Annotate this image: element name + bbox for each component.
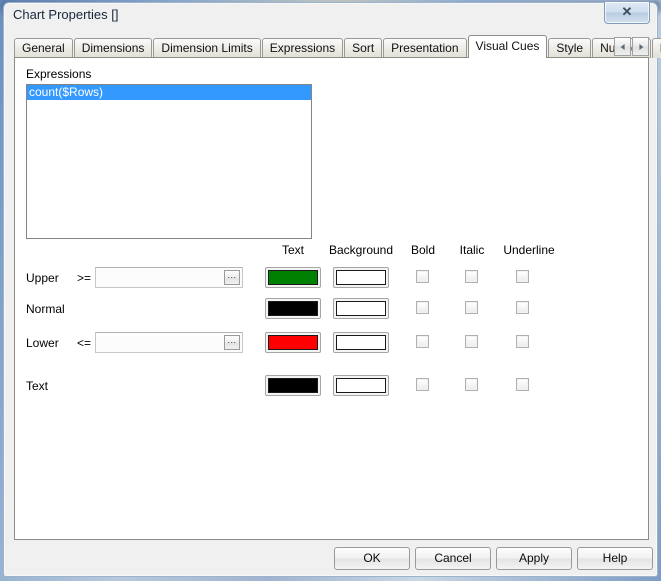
window-title: Chart Properties [] [13, 7, 119, 22]
cue-text-color-fill-normal [268, 301, 318, 316]
cue-ellipsis-button-upper[interactable]: ... [224, 270, 240, 285]
tab-general[interactable]: General [14, 38, 73, 58]
cue-row-text: Text [15, 375, 650, 397]
cue-row-label-lower: Lower [26, 336, 59, 350]
cue-bold-checkbox-text[interactable] [416, 378, 429, 391]
tab-list: General Dimensions Dimension Limits Express… [14, 35, 661, 58]
cue-bold-checkbox-upper[interactable] [416, 270, 429, 283]
cue-underline-checkbox-upper[interactable] [516, 270, 529, 283]
tab-strip: General Dimensions Dimension Limits Express… [14, 35, 661, 58]
cue-background-color-fill-text [336, 378, 386, 393]
tab-presentation[interactable]: Presentation [383, 38, 467, 58]
cue-text-color-upper[interactable] [265, 267, 321, 288]
close-icon: ✕ [621, 4, 633, 19]
cue-underline-checkbox-text[interactable] [516, 378, 529, 391]
expressions-label: Expressions [26, 67, 92, 81]
column-header-underline: Underline [503, 243, 555, 257]
cue-italic-checkbox-lower[interactable] [465, 335, 478, 348]
cue-row-normal: Normal [15, 298, 650, 320]
cue-text-color-normal[interactable] [265, 298, 321, 319]
column-header-bold: Bold [410, 243, 436, 257]
cue-row-upper: Upper >=... [15, 267, 650, 289]
cue-operator-lower: <= [77, 336, 92, 350]
column-header-background: Background [328, 243, 394, 257]
title-bar: Chart Properties [] ✕ [4, 2, 657, 31]
cue-underline-checkbox-normal[interactable] [516, 301, 529, 314]
cue-value-input-lower[interactable]: ... [95, 332, 243, 353]
close-button[interactable]: ✕ [604, 2, 650, 24]
cue-background-color-fill-lower [336, 335, 386, 350]
cue-operator-upper: >= [77, 271, 92, 285]
cue-background-color-fill-upper [336, 270, 386, 285]
cue-background-color-upper[interactable] [333, 267, 389, 288]
cue-text-color-fill-text [268, 378, 318, 393]
cue-row-lower: Lower <=... [15, 332, 650, 354]
cancel-button[interactable]: Cancel [415, 547, 491, 570]
cue-bold-checkbox-normal[interactable] [416, 301, 429, 314]
cue-background-color-fill-normal [336, 301, 386, 316]
cue-italic-checkbox-normal[interactable] [465, 301, 478, 314]
column-header-italic: Italic [459, 243, 485, 257]
tab-scroll-prev-button[interactable] [614, 37, 631, 56]
cue-text-color-lower[interactable] [265, 332, 321, 353]
chart-properties-dialog: Chart Properties [] ✕ General Dimensions D… [3, 2, 661, 578]
cue-background-color-normal[interactable] [333, 298, 389, 319]
expressions-listbox[interactable]: count($Rows) [26, 84, 312, 239]
chevron-right-icon [638, 43, 643, 50]
cue-text-color-fill-lower [268, 335, 318, 350]
dialog-footer: OK Cancel Apply Help [4, 540, 659, 578]
cue-underline-checkbox-lower[interactable] [516, 335, 529, 348]
cue-background-color-text[interactable] [333, 375, 389, 396]
tab-font[interactable]: Font [651, 38, 661, 58]
cue-row-label-normal: Normal [26, 302, 65, 316]
cue-row-label-text: Text [26, 379, 49, 393]
cue-background-color-lower[interactable] [333, 332, 389, 353]
help-button[interactable]: Help [577, 547, 653, 570]
tab-scroll-next-button[interactable] [632, 37, 649, 56]
cue-italic-checkbox-upper[interactable] [465, 270, 478, 283]
cue-text-color-fill-upper [268, 270, 318, 285]
visual-cues-panel: Expressions count($Rows) Text Background… [14, 57, 649, 540]
tab-scroll-buttons [613, 37, 649, 56]
cue-row-label-upper: Upper [26, 271, 59, 285]
cue-value-input-upper[interactable]: ... [95, 267, 243, 288]
tab-visual-cues[interactable]: Visual Cues [467, 35, 548, 58]
tab-style[interactable]: Style [548, 38, 592, 58]
cue-text-color-text[interactable] [265, 375, 321, 396]
apply-button[interactable]: Apply [496, 547, 572, 570]
tab-dimensions[interactable]: Dimensions [73, 38, 153, 58]
cue-ellipsis-button-lower[interactable]: ... [224, 335, 240, 350]
chevron-left-icon [620, 43, 625, 50]
tab-dimension-limits[interactable]: Dimension Limits [153, 38, 261, 58]
tab-expressions[interactable]: Expressions [261, 38, 344, 58]
cue-italic-checkbox-text[interactable] [465, 378, 478, 391]
cue-bold-checkbox-lower[interactable] [416, 335, 429, 348]
tab-sort[interactable]: Sort [344, 38, 383, 58]
column-header-text: Text [281, 243, 304, 257]
expression-list-item[interactable]: count($Rows) [27, 85, 311, 100]
ok-button[interactable]: OK [334, 547, 410, 570]
